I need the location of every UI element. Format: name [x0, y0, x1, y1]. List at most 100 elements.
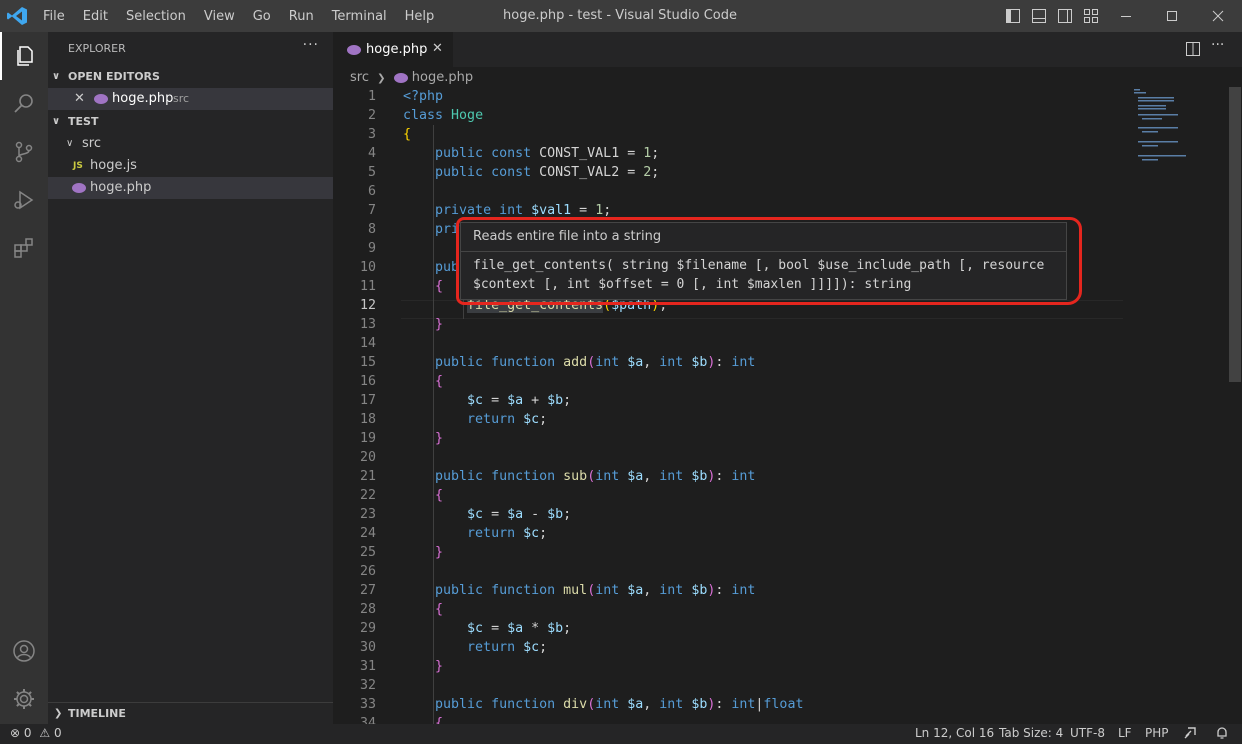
open-editor-description: src — [173, 92, 190, 105]
close-icon[interactable]: ✕ — [432, 41, 443, 56]
chevron-right-icon: ❯ — [54, 708, 63, 719]
chevron-down-icon: ∨ — [52, 71, 61, 82]
code-line: { — [403, 127, 412, 142]
search-activity[interactable] — [0, 80, 48, 128]
line-number: 33 — [359, 697, 376, 712]
tab-hoge-php[interactable]: hoge.php ✕ — [333, 32, 453, 68]
js-file-icon: JS — [73, 161, 83, 171]
file-label: hoge.php — [90, 180, 152, 195]
menu-edit[interactable]: Edit — [74, 9, 117, 24]
toggle-secondary-sidebar-icon[interactable] — [1058, 9, 1072, 23]
split-editor-icon[interactable] — [1186, 42, 1200, 60]
line-number: 28 — [359, 602, 376, 617]
file-hoge-js[interactable]: JS hoge.js — [48, 155, 333, 177]
line-number: 14 — [359, 336, 376, 351]
line-number: 16 — [359, 374, 376, 389]
menu-help[interactable]: Help — [396, 9, 444, 24]
breadcrumb: src ❯ hoge.php — [350, 69, 473, 87]
toggle-primary-sidebar-icon[interactable] — [1006, 9, 1020, 23]
problems-indicator[interactable]: ⊗ 0 ⚠ 0 — [10, 726, 62, 740]
code-line: public function mul(int $a, int $b): int — [435, 583, 756, 598]
line-number: 13 — [359, 317, 376, 332]
window-title: hoge.php - test - Visual Studio Code — [503, 8, 737, 23]
red-annotation-outline — [456, 217, 1082, 305]
code-line: { — [435, 374, 444, 389]
breadcrumb-file[interactable]: hoge.php — [412, 70, 473, 85]
folder-src[interactable]: ∨ src — [48, 133, 333, 155]
line-number: 31 — [359, 659, 376, 674]
code-line: $c = $a - $b; — [467, 507, 572, 522]
minimize-icon[interactable] — [1118, 8, 1134, 24]
vscode-logo-icon[interactable] — [6, 6, 28, 26]
feedback-icon[interactable] — [1183, 726, 1197, 743]
tab-size[interactable]: Tab Size: 4 — [999, 726, 1063, 740]
more-actions-icon[interactable]: ··· — [1211, 37, 1224, 53]
encoding[interactable]: UTF-8 — [1070, 726, 1105, 740]
line-number: 24 — [359, 526, 376, 541]
line-number: 7 — [367, 203, 376, 218]
run-debug-activity[interactable] — [0, 176, 48, 224]
menu-view[interactable]: View — [195, 9, 244, 24]
chevron-down-icon: ∨ — [66, 138, 74, 149]
line-number: 3 — [367, 127, 376, 142]
line-number: 27 — [359, 583, 376, 598]
notifications-icon[interactable] — [1215, 726, 1229, 743]
menu-file[interactable]: File — [34, 9, 74, 24]
cursor-position[interactable]: Ln 12, Col 16 — [915, 726, 994, 740]
code-line: return $c; — [467, 412, 548, 427]
close-icon[interactable]: ✕ — [74, 88, 85, 110]
code-line: class Hoge — [403, 108, 484, 123]
line-number: 11 — [359, 279, 376, 294]
code-line: } — [435, 317, 444, 332]
title-bar: File Edit Selection View Go Run Terminal… — [0, 0, 1242, 32]
code-line: $c = $a + $b; — [467, 393, 572, 408]
php-file-icon — [347, 45, 361, 55]
source-control-activity[interactable] — [0, 128, 48, 176]
workspace-header[interactable]: ∨ TEST — [48, 111, 333, 133]
scrollbar-thumb[interactable] — [1229, 87, 1241, 382]
menu-terminal[interactable]: Terminal — [323, 9, 396, 24]
code-line: public function sub(int $a, int $b): int — [435, 469, 756, 484]
line-number: 15 — [359, 355, 376, 370]
accounts-activity[interactable] — [0, 627, 48, 675]
php-file-icon — [94, 94, 108, 104]
minimap[interactable] — [1130, 87, 1230, 177]
code-editor[interactable]: 1 2 3 4 5 6 7 8 9 10 11 12 13 14 15 16 17 18 19 20 21 22 23 24 2… — [333, 87, 1123, 724]
warning-count: 0 — [53, 726, 62, 740]
line-number: 1 — [367, 89, 376, 104]
line-number: 2 — [367, 108, 376, 123]
code-line: private int $val1 = 1; — [435, 203, 612, 218]
open-editor-item[interactable]: ✕ hoge.php src — [48, 88, 333, 110]
menu-run[interactable]: Run — [280, 9, 323, 24]
gear-icon — [14, 689, 34, 709]
open-editor-filename: hoge.php — [112, 91, 174, 106]
line-number: 4 — [367, 146, 376, 161]
line-number: 17 — [359, 393, 376, 408]
code-line: return $c; — [467, 640, 548, 655]
menu-selection[interactable]: Selection — [117, 9, 195, 24]
run-debug-icon — [14, 190, 34, 210]
breadcrumb-folder[interactable]: src — [350, 70, 369, 85]
end-of-line[interactable]: LF — [1118, 726, 1132, 740]
explorer-activity[interactable] — [0, 32, 48, 80]
language-mode[interactable]: PHP — [1145, 726, 1169, 740]
timeline-header[interactable]: ❯ TIMELINE — [48, 702, 333, 725]
open-editors-header[interactable]: ∨ OPEN EDITORS — [48, 66, 333, 88]
chevron-down-icon: ∨ — [52, 116, 61, 127]
close-window-icon[interactable] — [1210, 8, 1226, 24]
extensions-activity[interactable] — [0, 224, 48, 272]
file-hoge-php[interactable]: hoge.php — [48, 177, 333, 199]
customize-layout-icon[interactable] — [1084, 9, 1098, 23]
line-number: 21 — [359, 469, 376, 484]
menu-go[interactable]: Go — [244, 9, 280, 24]
line-number: 18 — [359, 412, 376, 427]
more-actions-icon[interactable]: ··· — [303, 37, 319, 53]
code-line: } — [435, 659, 444, 674]
toggle-panel-icon[interactable] — [1032, 9, 1046, 23]
manage-activity[interactable] — [0, 675, 48, 723]
code-line: <?php — [403, 89, 444, 104]
extensions-icon — [14, 238, 33, 258]
line-number: 12 — [359, 298, 376, 313]
folder-label: src — [82, 136, 101, 151]
maximize-icon[interactable] — [1164, 8, 1180, 24]
